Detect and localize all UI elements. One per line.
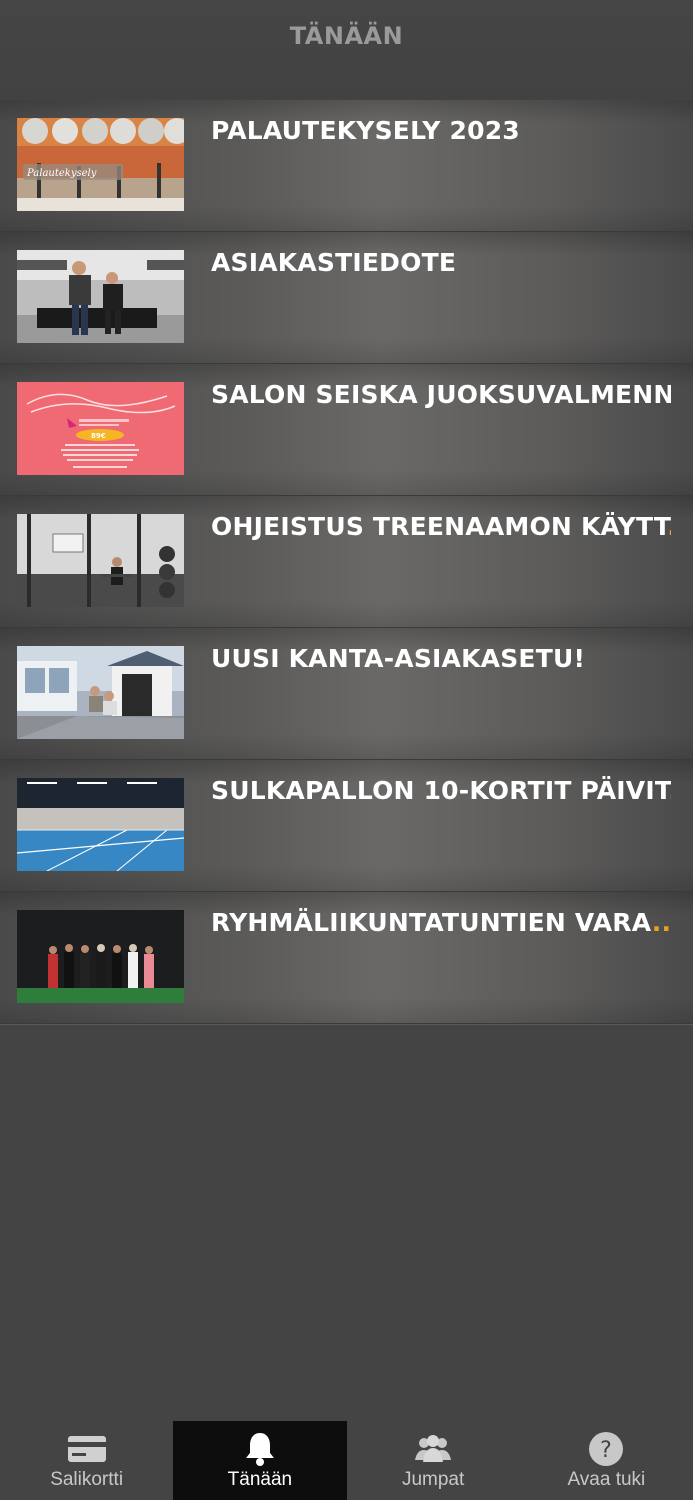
news-item-palautekysely[interactable]: Palautekysely PALAUTEKYSELY 2023: [0, 100, 693, 232]
news-thumbnail: [17, 514, 184, 607]
group-icon: [413, 1431, 453, 1467]
news-item-title: OHJEISTUS TREENAAMON KÄYTT...: [211, 512, 671, 541]
news-thumbnail: [17, 646, 184, 739]
svg-text:Palautekysely: Palautekysely: [26, 168, 97, 179]
bottom-tab-bar: Salikortti Tänään Jumpat ? Avaa tuki: [0, 1421, 693, 1500]
news-thumbnail: [17, 910, 184, 1003]
news-item-asiakastiedote[interactable]: ASIAKASTIEDOTE: [0, 232, 693, 364]
news-item-title: ASIAKASTIEDOTE: [211, 248, 457, 277]
news-thumbnail: 89€: [17, 382, 184, 475]
news-item-title: SALON SEISKA JUOKSUVALMENN...: [211, 380, 671, 409]
tab-label: Avaa tuki: [567, 1469, 646, 1490]
tab-label: Tänään: [227, 1469, 293, 1490]
help-icon: ?: [588, 1431, 624, 1467]
tab-label: Jumpat: [401, 1469, 465, 1490]
news-item-title: UUSI KANTA-ASIAKASETU!: [211, 644, 586, 673]
bell-icon: [243, 1431, 277, 1467]
news-item-ohjeistus[interactable]: OHJEISTUS TREENAAMON KÄYTT...: [0, 496, 693, 628]
news-item-title: RYHMÄLIIKUNTATUNTIEN VARA...: [211, 908, 671, 937]
tab-avaa-tuki[interactable]: ? Avaa tuki: [520, 1421, 693, 1500]
svg-text:?: ?: [601, 1438, 613, 1463]
tab-jumpat[interactable]: Jumpat: [347, 1421, 520, 1500]
news-item-sulkapallo[interactable]: SULKAPALLON 10-KORTIT PÄIVIT...: [0, 760, 693, 892]
tab-salikortti[interactable]: Salikortti: [0, 1421, 173, 1500]
news-thumbnail: [17, 250, 184, 343]
svg-text:89€: 89€: [91, 432, 106, 440]
news-item-title: SULKAPALLON 10-KORTIT PÄIVIT...: [211, 776, 671, 805]
card-icon: [67, 1431, 107, 1467]
news-thumbnail: [17, 778, 184, 871]
page-title: TÄNÄÄN: [289, 22, 404, 50]
header: TÄNÄÄN: [0, 0, 693, 100]
news-item-kanta-asiakasetu[interactable]: UUSI KANTA-ASIAKASETU!: [0, 628, 693, 760]
news-item-title: PALAUTEKYSELY 2023: [211, 116, 520, 145]
tab-tanaan[interactable]: Tänään: [173, 1421, 347, 1500]
list-end-divider: [0, 1024, 693, 1025]
news-item-ryhmaliikunta[interactable]: RYHMÄLIIKUNTATUNTIEN VARA...: [0, 892, 693, 1024]
news-item-juoksuvalmennus[interactable]: 89€ SALON SEISKA JUOKSUVALMENN...: [0, 364, 693, 496]
news-thumbnail: Palautekysely: [17, 118, 184, 211]
tab-label: Salikortti: [50, 1469, 124, 1490]
news-list: Palautekysely PALAUTEKYSELY 2023 ASIAKAS…: [0, 100, 693, 1024]
